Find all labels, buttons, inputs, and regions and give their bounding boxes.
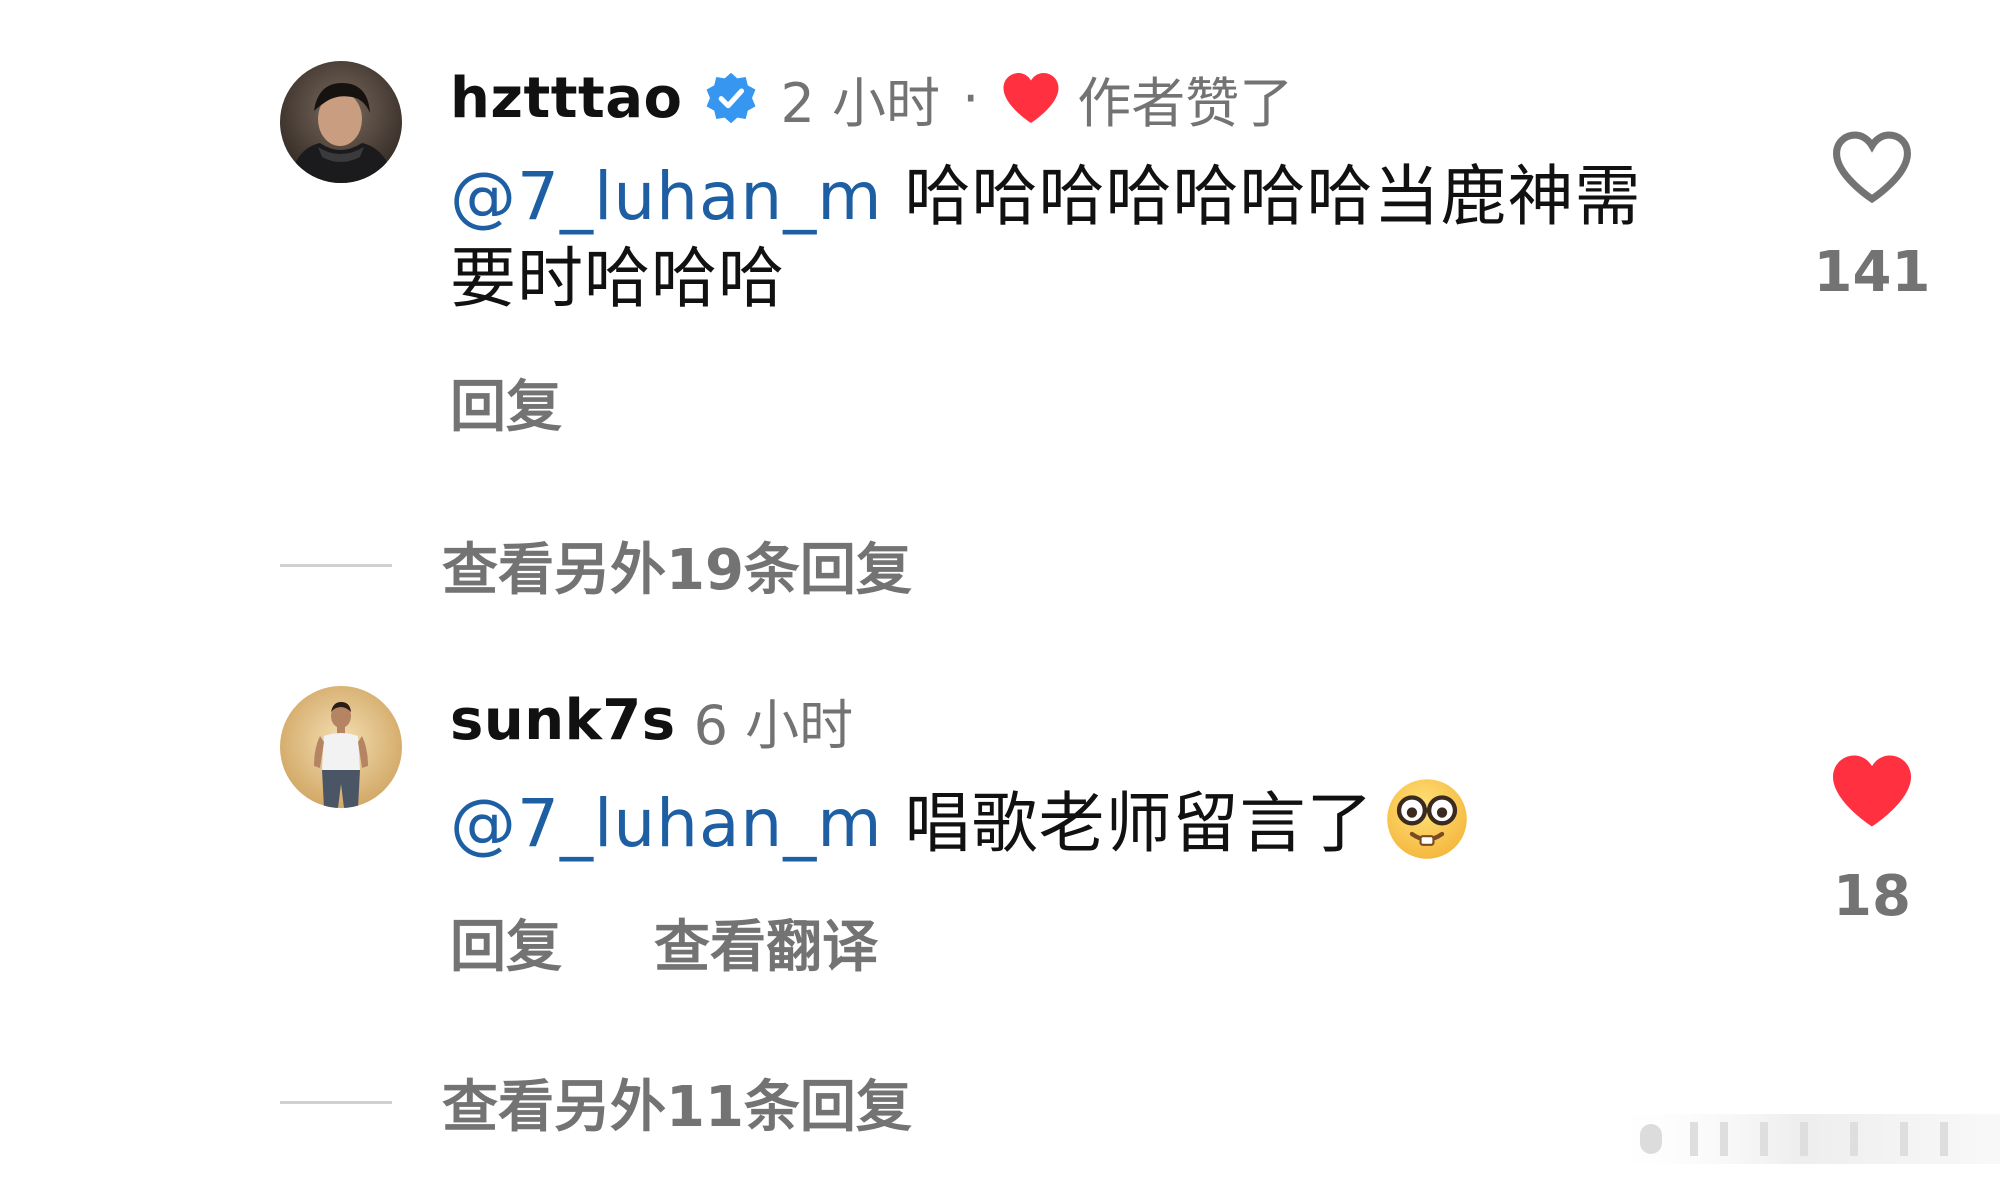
comment-header: sunk7s 6 小时 bbox=[450, 680, 853, 760]
mention-link[interactable]: @7_luhan_m bbox=[450, 158, 883, 235]
comment-text-content: 唱歌老师留言了 bbox=[882, 785, 1374, 862]
like-column: 141 bbox=[1812, 128, 1932, 305]
divider-line bbox=[280, 1101, 392, 1104]
like-column: 18 bbox=[1812, 752, 1932, 929]
avatar[interactable] bbox=[280, 686, 402, 808]
like-count: 141 bbox=[1813, 240, 1931, 305]
view-more-replies-label[interactable]: 查看另外19条回复 bbox=[442, 525, 912, 606]
verified-badge-icon bbox=[703, 70, 759, 126]
author-liked-heart-icon bbox=[1001, 70, 1061, 126]
see-translation-button[interactable]: 查看翻译 bbox=[654, 902, 878, 983]
avatar[interactable] bbox=[280, 61, 402, 183]
comment-actions: 回复 bbox=[450, 362, 562, 443]
watermark bbox=[1600, 1096, 2000, 1177]
like-count: 18 bbox=[1833, 864, 1911, 929]
comment-time: 2 小时 bbox=[780, 71, 941, 135]
separator-dot: · bbox=[962, 66, 980, 130]
comment-text-line2: 要时哈哈哈 bbox=[450, 240, 785, 317]
comment-text: @7_luhan_m 唱歌老师留言了 bbox=[450, 776, 1740, 865]
comment-actions: 回复 查看翻译 bbox=[450, 902, 878, 983]
avatar-image bbox=[280, 61, 402, 183]
divider-line bbox=[280, 564, 392, 567]
nerd-face-emoji-icon bbox=[1384, 776, 1470, 862]
heart-filled-icon[interactable] bbox=[1829, 752, 1915, 830]
reply-button[interactable]: 回复 bbox=[450, 902, 562, 983]
comment-text-line1: 哈哈哈哈哈哈哈当鹿神需 bbox=[882, 158, 1642, 235]
heart-outline-icon[interactable] bbox=[1829, 128, 1915, 206]
author-liked-label: 作者赞了 bbox=[1077, 71, 1294, 135]
comment-time: 6 小时 bbox=[693, 693, 854, 757]
username[interactable]: sunk7s bbox=[450, 688, 676, 753]
view-more-replies-label[interactable]: 查看另外11条回复 bbox=[442, 1062, 912, 1143]
username[interactable]: hztttao bbox=[450, 66, 683, 131]
avatar-image bbox=[280, 686, 402, 808]
comment-text: @7_luhan_m 哈哈哈哈哈哈哈当鹿神需 要时哈哈哈 bbox=[450, 156, 1740, 320]
view-more-replies[interactable]: 查看另外19条回复 bbox=[280, 525, 912, 606]
comment-header: hztttao 2 小时 · 作者赞了 bbox=[450, 58, 1293, 138]
mention-link[interactable]: @7_luhan_m bbox=[450, 785, 883, 862]
reply-button[interactable]: 回复 bbox=[450, 362, 562, 443]
view-more-replies[interactable]: 查看另外11条回复 bbox=[280, 1062, 912, 1143]
